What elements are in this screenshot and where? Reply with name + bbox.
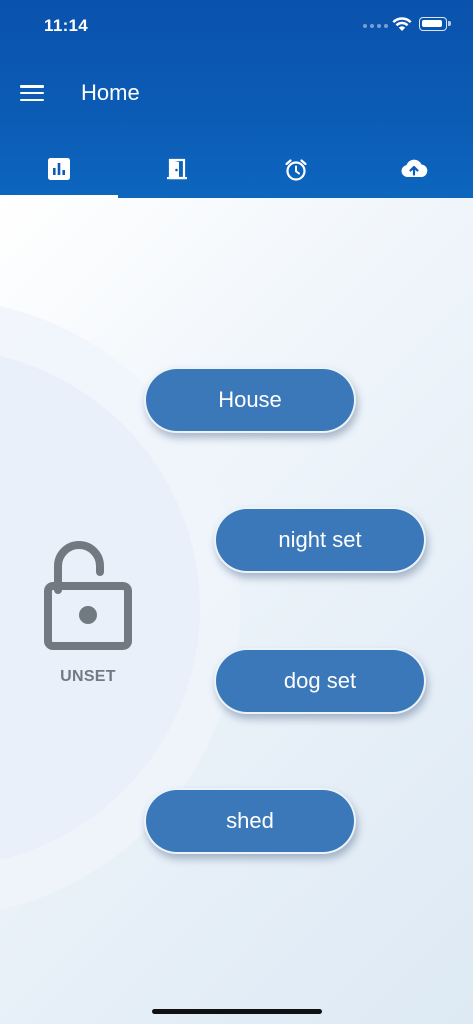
menu-button[interactable] (20, 83, 44, 103)
home-indicator[interactable] (152, 1009, 322, 1014)
zone-button-shed[interactable]: shed (144, 788, 356, 854)
tab-upload[interactable] (355, 140, 473, 198)
zone-button-dog-set[interactable]: dog set (214, 648, 426, 714)
bar-chart-icon (48, 158, 71, 180)
alarm-clock-icon (285, 159, 307, 181)
system-status-label: UNSET (60, 668, 116, 685)
page-title: Home (81, 80, 140, 105)
wifi-icon (392, 17, 412, 31)
door-icon (167, 158, 188, 180)
status-bar: 11:14 (0, 0, 473, 50)
zone-button-night-set[interactable]: night set (214, 507, 426, 573)
tab-alarms[interactable] (237, 140, 355, 198)
status-time: 11:14 (44, 16, 89, 35)
cloud-upload-icon (401, 159, 428, 177)
tab-bar (0, 140, 473, 198)
cellular-signal-icon (363, 24, 388, 28)
tab-doors[interactable] (118, 140, 236, 198)
battery-icon (419, 17, 451, 31)
unlocked-padlock-icon (44, 541, 132, 650)
tab-overview[interactable] (0, 140, 119, 198)
app-header: 11:14 Home (0, 0, 473, 198)
zone-button-house[interactable]: House (144, 367, 356, 433)
main-content: UNSET House night set dog set shed (0, 198, 473, 1024)
